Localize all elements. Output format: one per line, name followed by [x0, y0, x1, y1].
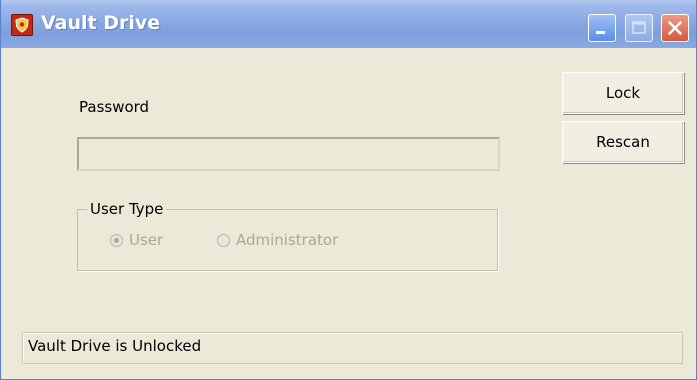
password-label: Password: [79, 98, 150, 116]
user-type-group-title: User Type: [87, 200, 167, 218]
administrator-radio[interactable]: Administrator: [217, 231, 338, 249]
status-text: Vault Drive is Unlocked: [28, 337, 202, 355]
window-title: Vault Drive: [41, 12, 161, 34]
password-input[interactable]: [77, 137, 500, 171]
user-radio[interactable]: User: [110, 231, 163, 249]
rescan-button[interactable]: Rescan: [562, 121, 684, 163]
vault-drive-window: Vault Drive Password Lock Rescan User Ty…: [0, 0, 697, 380]
minimize-icon: [596, 31, 605, 34]
maximize-icon: [632, 21, 646, 34]
radio-unselected-icon: [217, 233, 230, 247]
close-icon: [668, 21, 682, 35]
vault-shield-icon: [11, 14, 33, 36]
lock-button[interactable]: Lock: [562, 72, 684, 114]
close-button[interactable]: [661, 14, 689, 42]
administrator-radio-label: Administrator: [236, 231, 339, 249]
maximize-button: [625, 14, 653, 42]
user-radio-label: User: [129, 231, 164, 249]
radio-selected-icon: [110, 233, 123, 247]
title-bar[interactable]: Vault Drive: [1, 0, 696, 48]
minimize-button[interactable]: [588, 14, 616, 42]
